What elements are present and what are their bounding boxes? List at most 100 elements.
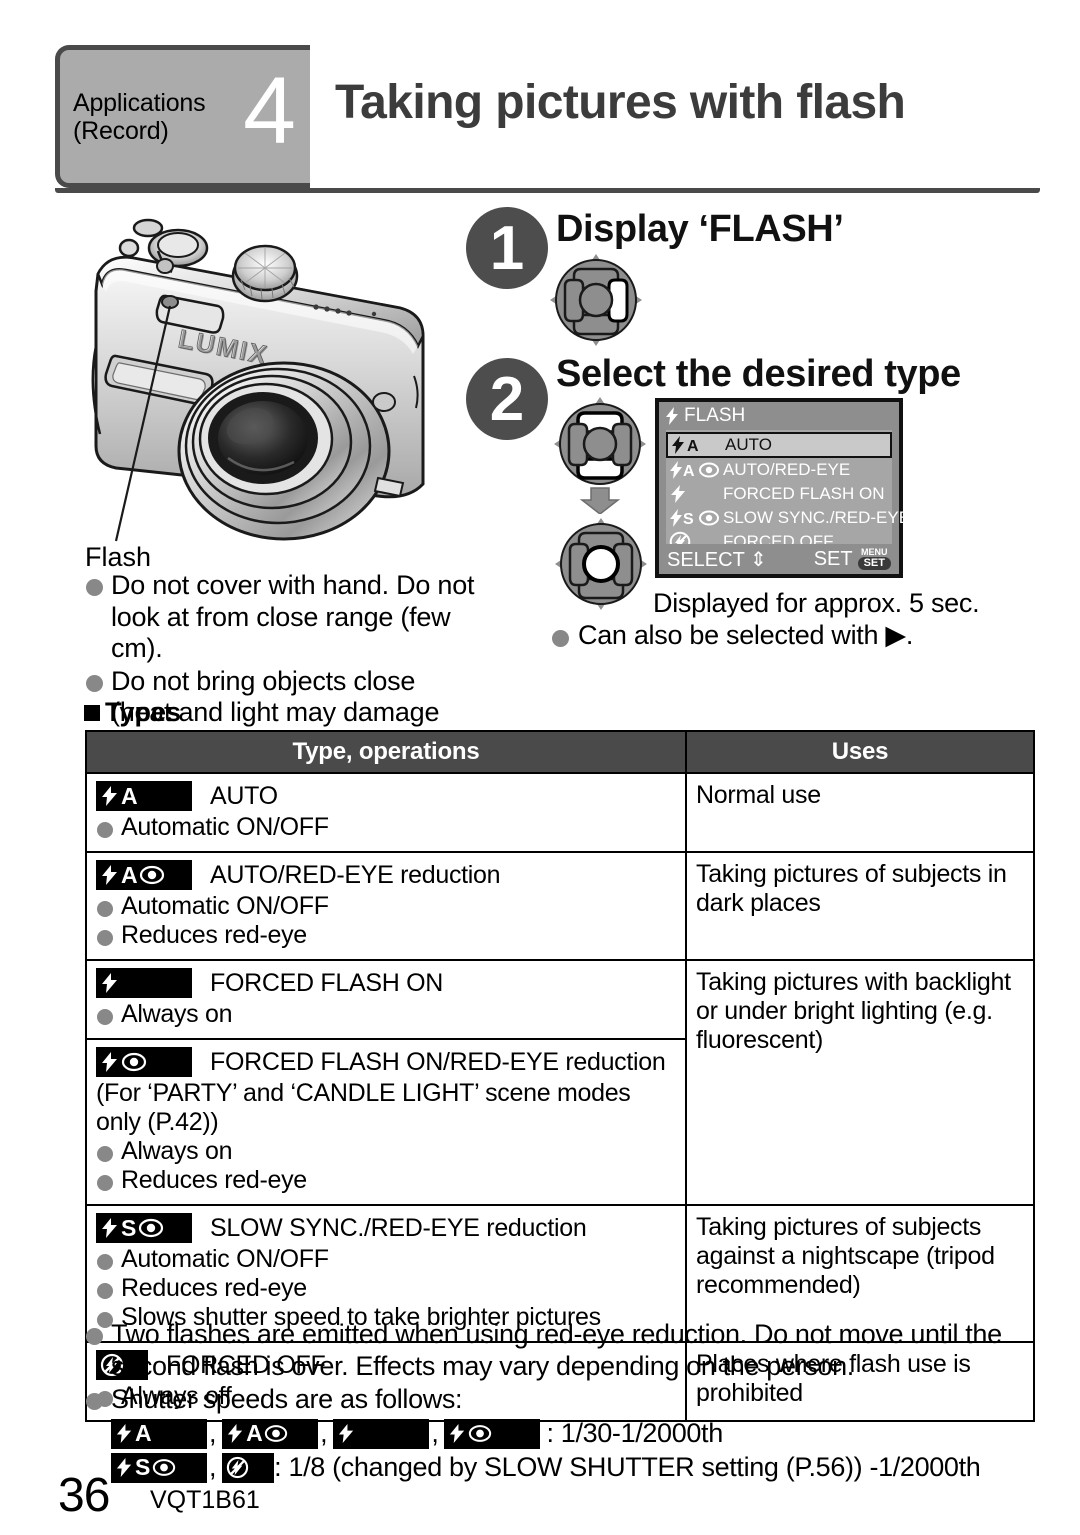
svg-text:A: A: [683, 463, 695, 480]
lcd-option-label: FORCED FLASH ON: [723, 484, 885, 503]
chapter-label: Applications (Record): [73, 88, 206, 145]
comma-separator: ,: [320, 1418, 328, 1449]
shutter-speed-value: : 1/8 (changed by SLOW SHUTTER setting (…: [274, 1452, 981, 1483]
flash-forced-on-icon: [333, 1418, 430, 1449]
uses-cell: Taking pictures of subjects in dark plac…: [685, 851, 1035, 961]
footer-note-shutter: Shutter speeds are as follows:: [85, 1383, 1040, 1415]
type-cell: FORCED FLASH ON/RED-EYE reduction (For ‘…: [85, 1038, 687, 1206]
flash-bolt-icon: [666, 407, 678, 425]
type-detail: (For ‘PARTY’ and ‘CANDLE LIGHT’ scene mo…: [96, 1079, 631, 1136]
flash-auto-icon: A: [96, 781, 192, 811]
lcd-duration-caption: Displayed for approx. 5 sec.: [653, 588, 980, 618]
step-2-badge: 2: [466, 358, 548, 440]
lcd-option-list[interactable]: A AUTO A AUTO/RED-EYE FORCED FLASH ON S …: [666, 430, 910, 557]
lcd-select-hint: SELECT ⇕: [667, 547, 767, 572]
flash-callout-label: Flash: [85, 542, 152, 572]
lcd-menu-title: FLASH: [684, 405, 746, 426]
types-section-heading: Types: [84, 697, 181, 728]
uses-cell: Normal use: [685, 772, 1035, 853]
menu-set-button-icon: MENU SET: [857, 547, 891, 570]
column-header-type: Type, operations: [85, 730, 687, 774]
comma-separator: ,: [431, 1418, 439, 1449]
type-bullet: Automatic ON/OFF: [96, 1245, 676, 1274]
dpad-updown-illustration: [551, 396, 651, 519]
lcd-set-label: SET: [813, 547, 853, 570]
comma-separator: ,: [209, 1452, 217, 1483]
lcd-option-label: AUTO/RED-EYE: [723, 460, 851, 479]
square-bullet-icon: [84, 704, 100, 721]
shutter-speed-value: : 1/30-1/2000th: [546, 1418, 723, 1449]
table-row: A AUTO/RED-EYE reduction Automatic ON/OF…: [85, 851, 1035, 961]
flash-auto-icon: A: [111, 1418, 207, 1449]
step-1-badge: 1: [466, 207, 548, 289]
header-rule: [55, 188, 1040, 193]
dpad-center-illustration: [552, 516, 650, 617]
type-name: FORCED FLASH ON/RED-EYE reduction: [210, 1047, 666, 1076]
comma-separator: ,: [209, 1418, 217, 1449]
type-bullet: Automatic ON/OFF: [96, 813, 676, 842]
lcd-footer-bar: SELECT ⇕ SET MENU SET: [659, 544, 899, 574]
lcd-alt-select-note: Can also be selected with ▶.: [552, 620, 913, 651]
svg-text:S: S: [683, 511, 694, 528]
type-name-line: A AUTO/RED-EYE reduction: [96, 860, 676, 890]
lcd-select-label: SELECT: [667, 548, 745, 571]
step-2-title: Select the desired type: [556, 353, 961, 395]
flash-slow-sync-redeye-icon: S: [666, 508, 723, 528]
flash-forced-on-icon: [96, 968, 192, 998]
type-bullet: Reduces red-eye: [96, 921, 676, 950]
type-cell: A AUTO/RED-EYE reduction Automatic ON/OF…: [85, 851, 687, 961]
type-name-line: A AUTO: [96, 781, 676, 811]
lcd-set-hint: SET MENU SET: [814, 548, 891, 571]
flash-note: Do not cover with hand. Do not look at f…: [85, 570, 475, 665]
lcd-option-label: AUTO: [725, 435, 772, 454]
page-header: Applications (Record) 4 Taking pictures …: [55, 45, 1040, 193]
flash-slow-sync-redeye-icon: S: [96, 1213, 192, 1243]
type-name-line: FORCED FLASH ON/RED-EYE reduction: [96, 1047, 676, 1077]
shutter-speed-line-2: S , : 1/8 (changed by SLOW SHUTTER setti…: [111, 1452, 1040, 1483]
page-code: VQT1B61: [150, 1486, 260, 1514]
chapter-chip: Applications (Record) 4: [55, 45, 310, 188]
types-heading-text: Types: [105, 697, 182, 727]
table-row: FORCED FLASH ON Always on Taking picture…: [85, 959, 1035, 1206]
step-1-title: Display ‘FLASH’: [556, 208, 844, 250]
column-header-uses: Uses: [685, 730, 1035, 774]
lcd-option-slow-sync-redeye[interactable]: S SLOW SYNC./RED-EYE: [666, 506, 910, 530]
camera-illustration: LUMIX LUMIX: [78, 196, 478, 556]
footer-note-redeye: Two flashes are emitted when using red-e…: [85, 1318, 1040, 1382]
menu-badge-bottom: SET: [857, 557, 891, 570]
updown-arrow-icon: ⇕: [750, 548, 767, 571]
page-title: Taking pictures with flash: [335, 76, 906, 129]
uses-cell: Taking pictures with backlight or under …: [685, 959, 1035, 1206]
lcd-flash-menu[interactable]: FLASH A AUTO A AUTO/RED-EYE FORCED FLASH…: [655, 398, 910, 578]
chapter-number: 4: [243, 58, 296, 164]
table-row: A AUTO Automatic ON/OFF Normal use: [85, 772, 1035, 853]
shutter-speed-line-1: A , A , , : 1/30-1/2000th: [111, 1418, 1040, 1449]
type-name: AUTO: [210, 781, 278, 810]
type-name: AUTO/RED-EYE reduction: [210, 860, 501, 889]
dpad-right-illustration: [547, 252, 645, 353]
type-name-line: S SLOW SYNC./RED-EYE reduction: [96, 1213, 676, 1243]
type-name: SLOW SYNC./RED-EYE reduction: [210, 1213, 587, 1242]
type-bullet: Always on: [96, 1000, 676, 1029]
flash-forced-on-redeye-icon: [96, 1047, 192, 1077]
type-cell: FORCED FLASH ON Always on: [85, 959, 687, 1040]
lcd-menu-title-bar: FLASH: [659, 402, 899, 430]
type-name-line: FORCED FLASH ON: [96, 968, 676, 998]
lcd-option-auto-redeye[interactable]: A AUTO/RED-EYE: [666, 458, 892, 482]
lcd-option-forced-on[interactable]: FORCED FLASH ON: [666, 482, 892, 506]
flash-auto-redeye-icon: A: [666, 460, 723, 480]
lcd-option-auto[interactable]: A AUTO: [666, 432, 892, 458]
flash-auto-redeye-icon: A: [96, 860, 192, 890]
flash-slow-sync-redeye-icon: S: [111, 1452, 207, 1483]
flash-auto-icon: A: [668, 435, 725, 455]
type-bullet: Automatic ON/OFF: [96, 892, 676, 921]
flash-forced-on-redeye-icon: [444, 1418, 541, 1449]
flash-forced-off-icon: [222, 1452, 275, 1483]
page-number: 36: [58, 1469, 110, 1522]
table-header-row: Type, operations Uses: [85, 730, 1035, 774]
flash-auto-redeye-icon: A: [222, 1418, 319, 1449]
flash-forced-on-icon: [666, 484, 723, 504]
lcd-option-label: SLOW SYNC./RED-EYE: [723, 508, 911, 527]
svg-text:A: A: [687, 438, 699, 455]
menu-badge-top: MENU: [861, 547, 888, 557]
